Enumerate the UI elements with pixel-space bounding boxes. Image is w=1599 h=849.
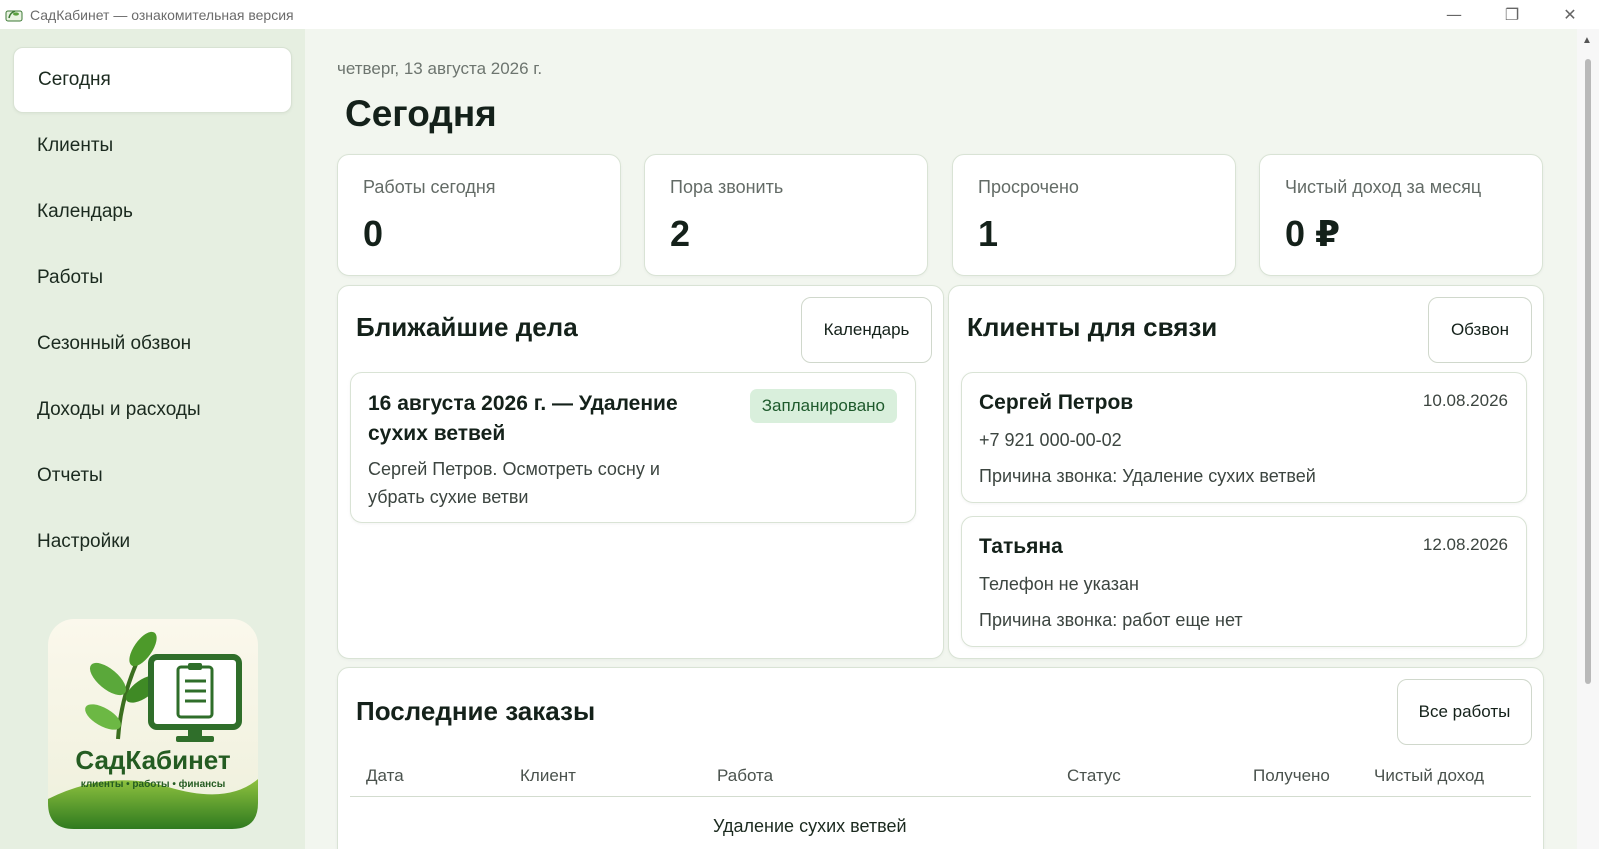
recent-orders-panel: Последние заказы Все работы Дата Клиент … (337, 667, 1544, 849)
stat-card-time-to-call[interactable]: Пора звонить 2 (644, 154, 928, 276)
section-title: Ближайшие дела (356, 312, 578, 342)
app-logo: СадКабинет клиенты • работы • финансы (48, 619, 258, 829)
column-header-date[interactable]: Дата (366, 766, 404, 786)
sidebar-item-settings[interactable]: Настройки (13, 509, 292, 575)
stat-card-overdue[interactable]: Просрочено 1 (952, 154, 1236, 276)
sidebar-item-reports[interactable]: Отчеты (13, 443, 292, 509)
client-name: Сергей Петров (979, 391, 1134, 414)
section-title: Последние заказы (356, 696, 596, 726)
client-date: 10.08.2026 (1422, 391, 1508, 410)
sidebar-item-today[interactable]: Сегодня (13, 47, 292, 113)
clients-to-contact-panel: Клиенты для связи Обзвон Сергей Петров 1… (948, 285, 1544, 659)
stat-value: 1 (978, 213, 999, 254)
calendar-button[interactable]: Календарь (801, 297, 932, 363)
client-reason: Причина звонка: Удаление сухих ветвей (979, 466, 1316, 486)
scrollbar-thumb[interactable] (1585, 59, 1591, 684)
current-date: четверг, 13 августа 2026 г. (337, 59, 543, 78)
call-round-button[interactable]: Обзвон (1428, 297, 1532, 363)
table-header-divider (350, 796, 1531, 797)
main-scrollbar[interactable]: ▲ (1577, 29, 1599, 849)
stat-label: Работы сегодня (363, 177, 496, 197)
main-content: четверг, 13 августа 2026 г. Сегодня Рабо… (305, 29, 1577, 849)
title-bar: СадКабинет — ознакомительная версия — ❐ … (0, 0, 1599, 29)
column-header-work[interactable]: Работа (717, 766, 773, 786)
window-title: СадКабинет — ознакомительная версия (30, 6, 294, 23)
client-date: 12.08.2026 (1422, 535, 1508, 554)
client-name: Татьяна (979, 535, 1063, 558)
client-card[interactable]: Татьяна 12.08.2026 Телефон не указан При… (961, 516, 1527, 647)
client-phone: Телефон не указан (979, 574, 1139, 594)
app-leaf-icon (4, 7, 24, 23)
section-title: Клиенты для связи (967, 312, 1218, 342)
client-card[interactable]: Сергей Петров 10.08.2026 +7 921 000-00-0… (961, 372, 1527, 503)
sidebar-nav: Сегодня Клиенты Календарь Работы Сезонны… (0, 29, 305, 575)
column-header-status[interactable]: Статус (1067, 766, 1121, 786)
task-title: 16 августа 2026 г. — Удаление сухих ветв… (368, 392, 678, 445)
column-header-received[interactable]: Получено (1253, 766, 1330, 786)
sidebar: Сегодня Клиенты Календарь Работы Сезонны… (0, 29, 305, 849)
sidebar-item-finance[interactable]: Доходы и расходы (13, 377, 292, 443)
close-icon[interactable]: ✕ (1541, 0, 1599, 29)
stat-label: Просрочено (978, 177, 1079, 197)
stat-label: Чистый доход за месяц (1285, 177, 1482, 197)
sidebar-item-clients[interactable]: Клиенты (13, 113, 292, 179)
stat-card-net-income[interactable]: Чистый доход за месяц 0 ₽ (1259, 154, 1543, 276)
stat-value: 0 ₽ (1285, 213, 1341, 254)
task-card[interactable]: 16 августа 2026 г. — Удаление сухих ветв… (350, 372, 916, 523)
column-header-net-income[interactable]: Чистый доход (1374, 766, 1484, 786)
task-description: Сергей Петров. Осмотреть сосну и убрать … (368, 459, 660, 507)
stat-value: 2 (670, 213, 691, 254)
svg-text:СадКабинет: СадКабинет (75, 745, 231, 775)
status-badge: Запланировано (749, 389, 897, 423)
minimize-icon[interactable]: — (1425, 0, 1483, 29)
page-title: Сегодня (345, 93, 497, 134)
client-reason: Причина звонка: работ еще нет (979, 610, 1243, 630)
stat-card-works-today[interactable]: Работы сегодня 0 (337, 154, 621, 276)
all-works-button[interactable]: Все работы (1397, 679, 1532, 745)
table-cell-work: Удаление сухих ветвей (713, 816, 907, 836)
restore-icon[interactable]: ❐ (1483, 0, 1541, 29)
upcoming-tasks-panel: Ближайшие дела Календарь 16 августа 2026… (337, 285, 944, 659)
sidebar-item-calendar[interactable]: Календарь (13, 179, 292, 245)
sidebar-item-works[interactable]: Работы (13, 245, 292, 311)
sidebar-item-season-calls[interactable]: Сезонный обзвон (13, 311, 292, 377)
client-phone: +7 921 000-00-02 (979, 430, 1122, 450)
stat-value: 0 (363, 213, 384, 254)
column-header-client[interactable]: Клиент (520, 766, 576, 786)
stat-label: Пора звонить (670, 177, 784, 197)
scroll-up-arrow-icon[interactable]: ▲ (1582, 35, 1592, 46)
svg-text:клиенты • работы • финансы: клиенты • работы • финансы (81, 778, 226, 790)
